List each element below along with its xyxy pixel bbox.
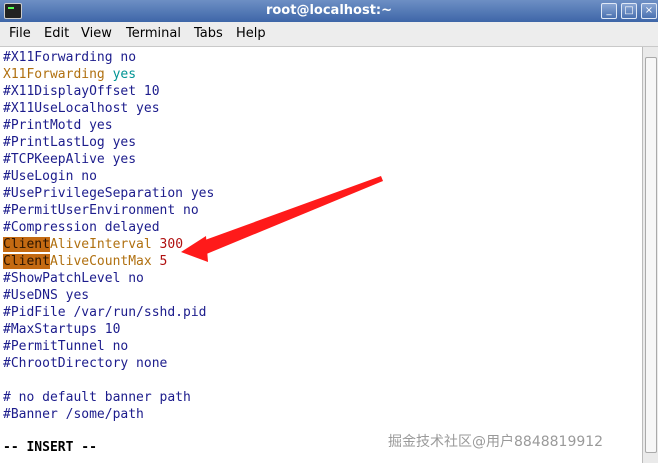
menu-help[interactable]: Help [236,26,266,41]
watermark: 掘金技术社区@用户8848819912 [388,434,604,450]
config-line: #ShowPatchLevel no [3,271,144,286]
config-line: #PermitUserEnvironment no [3,203,199,218]
config-line: #TCPKeepAlive yes [3,152,137,167]
menu-file[interactable]: File [9,26,31,41]
config-line-clientaliveinterval: ClientAliveInterval 300 [3,237,184,252]
config-line: #UseLogin no [3,169,97,184]
config-line: #Banner /some/path [3,407,144,422]
scrollbar[interactable] [642,47,658,463]
maximize-button[interactable]: □ [621,3,637,19]
menu-bar: File Edit View Terminal Tabs Help [0,22,658,47]
config-line: #PrintMotd yes [3,118,113,133]
menu-edit[interactable]: Edit [44,26,69,41]
minimize-button[interactable]: _ [601,3,617,19]
menu-tabs[interactable]: Tabs [194,26,223,41]
config-line: #ChrootDirectory none [3,356,168,371]
terminal-area[interactable]: #X11Forwarding no X11Forwarding yes #X11… [0,47,642,463]
scrollbar-thumb[interactable] [645,57,657,453]
config-line: # no default banner path [3,390,191,405]
config-line: #PermitTunnel no [3,339,129,354]
config-line: #UsePrivilegeSeparation yes [3,186,215,201]
config-line-x11forwarding: X11Forwarding yes [3,67,137,82]
config-line: #Compression delayed [3,220,160,235]
config-line: #X11DisplayOffset 10 [3,84,160,99]
menu-terminal[interactable]: Terminal [126,26,181,41]
config-line: #PrintLastLog yes [3,135,137,150]
config-line: #MaxStartups 10 [3,322,121,337]
menu-view[interactable]: View [81,26,112,41]
title-bar: root@localhost:~ _ □ × [0,0,658,22]
config-line: #UseDNS yes [3,288,90,303]
config-line: #X11Forwarding no [3,50,137,65]
config-line: #X11UseLocalhost yes [3,101,160,116]
config-line-clientalivecountmax: ClientAliveCountMax 5 [3,254,168,269]
vim-mode-status: -- INSERT -- [3,440,97,455]
window-title: root@localhost:~ [265,3,393,18]
config-line: #PidFile /var/run/sshd.pid [3,305,207,320]
close-button[interactable]: × [641,3,657,19]
